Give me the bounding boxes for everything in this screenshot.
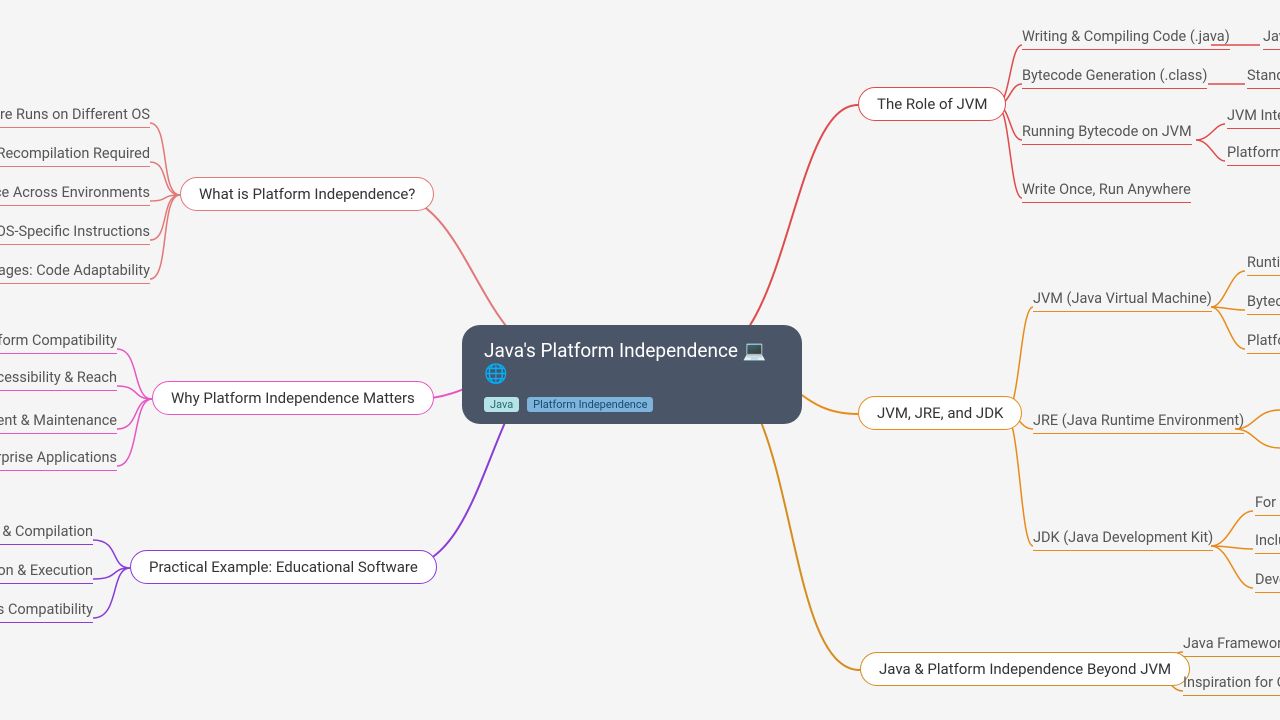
- leaf[interactable]: Java: [1263, 28, 1280, 50]
- leaf[interactable]: Consistent Experience Across Environment…: [0, 184, 150, 206]
- leaf[interactable]: Write Once, Run Anywhere: [1022, 181, 1191, 203]
- leaf[interactable]: Standard: [1247, 67, 1280, 89]
- node-example[interactable]: Practical Example: Educational Software: [130, 550, 437, 584]
- leaf[interactable]: Distribution & Execution: [0, 562, 93, 584]
- leaf[interactable]: Development & Compilation: [0, 523, 93, 545]
- leaf[interactable]: Software Runs on Different OS: [0, 106, 150, 128]
- leaf[interactable]: Seamless Compatibility: [0, 601, 93, 623]
- node-label: Java & Platform Independence Beyond JVM: [879, 660, 1171, 678]
- leaf[interactable]: Bytecode: [1247, 293, 1280, 315]
- leaf[interactable]: JDK (Java Development Kit): [1033, 529, 1213, 551]
- leaf[interactable]: Platform-Specific: [1227, 144, 1280, 166]
- node-jvm-jre-jdk[interactable]: JVM, JRE, and JDK: [858, 396, 1022, 430]
- leaf[interactable]: Includes: [1255, 532, 1280, 554]
- leaf[interactable]: Cross-Platform Compatibility: [0, 332, 117, 354]
- leaf[interactable]: Traditional Languages: OS-Specific Instr…: [0, 223, 150, 245]
- leaf[interactable]: For Developers: [1255, 494, 1280, 516]
- node-label: Why Platform Independence Matters: [171, 389, 415, 407]
- leaf[interactable]: Platform: [1247, 332, 1280, 354]
- node-beyond-jvm[interactable]: Java & Platform Independence Beyond JVM: [860, 652, 1190, 686]
- node-why-matters[interactable]: Why Platform Independence Matters: [152, 381, 434, 415]
- leaf[interactable]: Writing & Compiling Code (.java): [1022, 28, 1230, 50]
- leaf[interactable]: High-Level Languages: Code Adaptability: [0, 262, 150, 284]
- leaf[interactable]: JVM (Java Virtual Machine): [1033, 290, 1212, 312]
- leaf[interactable]: Essential for Enterprise Applications: [0, 449, 117, 471]
- node-what-is[interactable]: What is Platform Independence?: [180, 177, 434, 211]
- leaf[interactable]: Running Bytecode on JVM: [1022, 123, 1192, 145]
- leaf[interactable]: Bytecode Generation (.class): [1022, 67, 1207, 89]
- leaf[interactable]: JRE (Java Runtime Environment): [1033, 412, 1244, 434]
- node-label: Practical Example: Educational Software: [149, 558, 418, 576]
- root-title: Java's Platform Independence 💻🌐: [484, 339, 780, 385]
- leaf[interactable]: Streamlined Development & Maintenance: [0, 412, 117, 434]
- leaf[interactable]: Development: [1255, 571, 1280, 593]
- leaf[interactable]: JVM Interprets: [1227, 107, 1280, 129]
- node-label: JVM, JRE, and JDK: [877, 404, 1003, 422]
- leaf[interactable]: User Accessibility & Reach: [0, 369, 117, 391]
- tag-platform[interactable]: Platform Independence: [527, 397, 653, 412]
- node-label: The Role of JVM: [877, 95, 987, 113]
- leaf[interactable]: Runtime: [1247, 254, 1280, 276]
- node-jvm-role[interactable]: The Role of JVM: [858, 87, 1006, 121]
- root-node[interactable]: Java's Platform Independence 💻🌐 Java Pla…: [462, 325, 802, 424]
- leaf[interactable]: No Recompilation Required: [0, 145, 150, 167]
- leaf[interactable]: Inspiration for Other: [1183, 674, 1280, 696]
- tag-java[interactable]: Java: [484, 397, 519, 412]
- leaf[interactable]: Java Frameworks: [1183, 635, 1280, 657]
- node-label: What is Platform Independence?: [199, 185, 415, 203]
